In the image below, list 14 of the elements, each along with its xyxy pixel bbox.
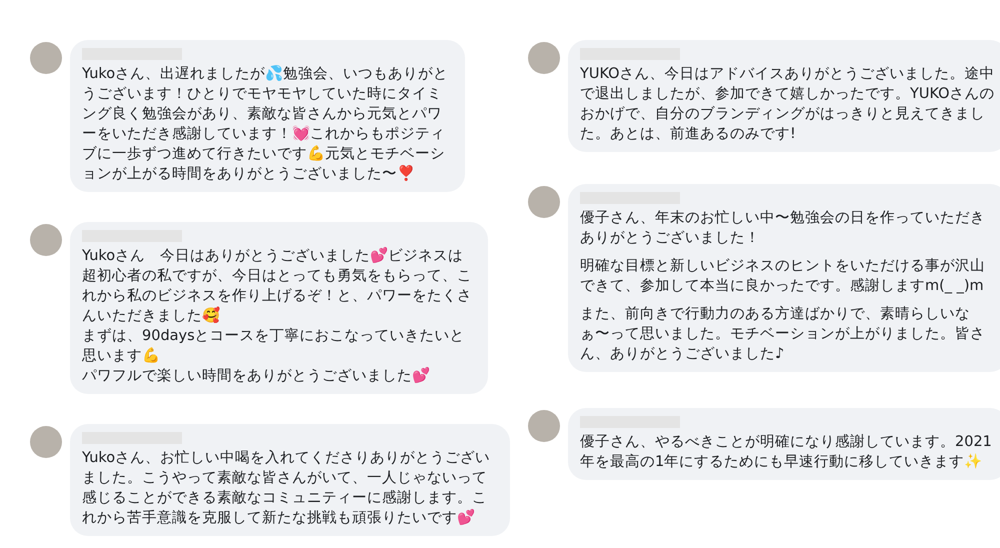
avatar-circle — [528, 186, 560, 218]
comment-text: 明確な目標と新しいビジネスのヒントをいただける事が沢山できて、参加して本当に良かったです。感謝しますm(_ _)m — [580, 256, 986, 296]
comment-text: YUKOさん、今日はアドバイスありがとうございました。途中で退出しましたが、参加できて嬉しかったです。YUKOさんのおかげで、自分のブランディングがはっきりと見えてきました。あとは、前進あるのみです! — [580, 65, 996, 144]
comment-text: Yukoさん、出遅れましたが💦勉強会、いつもありがとうございます！ひとりでモヤモヤしていた時にタイミング良く勉強会があり、素敵な皆さんから元気とパワーをいただき感謝しています！💓これからもポジティブに一歩ずつ進めて行きたいです💪元気とモチベーションが上がる時間をありがとうございました〜❣ — [82, 64, 450, 184]
avatar-circle — [528, 410, 560, 442]
comment-text: 優子さん、やるべきことが明確になり感謝しています。2021年を最高の1年にするためにも早速行動に移していきます✨ — [580, 433, 993, 472]
avatar-circle — [30, 224, 62, 256]
avatar-circle — [30, 426, 62, 458]
avatar-circle — [528, 42, 560, 74]
comment-text: Yukoさん、お忙しい中喝を入れてくださりありがとうございました。こうやって素敵な皆さんがいて、一人じゃないって感じることができる素敵なコミュニティーに感謝します。これから苦手意識を克服して新たな挑戦も頑張りたいです💕 — [82, 449, 492, 528]
comment-text: Yukoさん 今日はありがとうございました💕ビジネスは超初心者の私ですが、今日はとっても勇気をもらって、これから私のビジネスを作り上げるぞ！と、パワーをたくさんいただきました🥰 まずは、90daysとコースを丁寧におこなっていきたいと思います💪 パワフルで楽しい時間をありがとうございました💕 — [82, 246, 473, 386]
comment-text: また、前向きで行動力のある方達ばかりで、素晴らしいなぁ〜って思いました。モチベーションが上がりました。皆さん、ありがとうございました♪ — [580, 304, 986, 364]
comment-text: 優子さん、年末のお忙しい中〜勉強会の日を作っていただきありがとうございました！ — [580, 209, 986, 248]
avatar-circle — [30, 42, 62, 74]
